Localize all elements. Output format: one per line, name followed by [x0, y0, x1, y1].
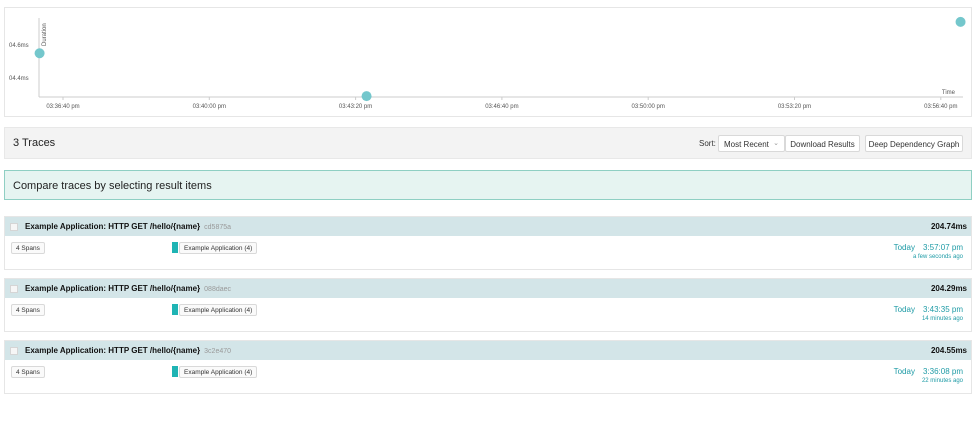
trace-time: 3:36:08 pm: [922, 367, 963, 376]
trace-id: 3c2e470: [204, 348, 232, 355]
service-color-swatch: [172, 242, 178, 253]
trace-id: cd5875a: [204, 224, 232, 231]
service-color-swatch: [172, 366, 178, 377]
x-tick-label: 03:40:00 pm: [193, 104, 226, 110]
service-tag: Example Application (4): [179, 242, 258, 254]
trace-point: [34, 48, 45, 59]
x-tick-label: 03:53:20 pm: [778, 104, 811, 110]
trace-time: 3:57:07 pm: [922, 243, 963, 252]
trace-title-text: Example Application: HTTP GET /hello/{na…: [25, 284, 201, 293]
trace-header[interactable]: Example Application: HTTP GET /hello/{na…: [5, 217, 971, 236]
trace-title[interactable]: Example Application: HTTP GET /hello/{na…: [25, 346, 231, 355]
deep-dependency-graph-button[interactable]: Deep Dependency Graph: [865, 135, 963, 152]
span-count-tag: 4 Spans: [11, 304, 45, 316]
x-tick-label: 03:46:40 pm: [485, 104, 518, 110]
trace-header[interactable]: Example Application: HTTP GET /hello/{na…: [5, 279, 971, 298]
trace-relative-time: 14 minutes ago: [921, 316, 963, 322]
x-tick-label: 03:36:40 pm: [46, 104, 79, 110]
service-tag: Example Application (4): [179, 366, 258, 378]
chevron-down-icon: ⌄: [773, 140, 779, 147]
trace-timestamp: Today 3:36:08 pm: [894, 367, 963, 376]
span-count-tag: 4 Spans: [11, 366, 45, 378]
trace-title[interactable]: Example Application: HTTP GET /hello/{na…: [25, 222, 231, 231]
x-tick-label: 03:43:20 pm: [339, 104, 372, 110]
trace-point: [361, 91, 372, 102]
trace-checkbox[interactable]: [10, 347, 18, 355]
sort-label: Sort:: [699, 139, 716, 148]
trace-relative-time: 22 minutes ago: [921, 378, 963, 384]
x-tick-label: 03:56:40 pm: [924, 104, 957, 110]
trace-timestamp: Today 3:43:35 pm: [894, 305, 963, 314]
sort-select[interactable]: Most Recent ⌄: [718, 135, 785, 152]
x-tick-label: 03:50:00 pm: [632, 104, 665, 110]
trace-day: Today: [893, 367, 915, 376]
trace-duration: 204.29ms: [930, 284, 967, 293]
trace-title[interactable]: Example Application: HTTP GET /hello/{na…: [25, 284, 231, 293]
y-tick-label: 04.4ms: [9, 76, 29, 82]
trace-header[interactable]: Example Application: HTTP GET /hello/{na…: [5, 341, 971, 360]
y-tick-label: 04.6ms: [9, 43, 29, 49]
trace-title-text: Example Application: HTTP GET /hello/{na…: [25, 222, 201, 231]
trace-checkbox[interactable]: [10, 285, 18, 293]
trace-day: Today: [893, 243, 915, 252]
traces-count: 3 Traces: [13, 137, 56, 149]
trace-title-text: Example Application: HTTP GET /hello/{na…: [25, 346, 201, 355]
trace-relative-time: a few seconds ago: [912, 254, 963, 260]
trace-scatter-plot: 04.6ms 04.4ms Duration 03:36:40 pm 03:40:00 …: [4, 7, 972, 117]
results-header: 3 Traces Sort: Most Recent ⌄ Download Re…: [4, 127, 972, 159]
service-color-swatch: [172, 304, 178, 315]
compare-banner: Compare traces by selecting result items: [4, 170, 972, 200]
trace-duration: 204.74ms: [930, 222, 967, 231]
y-axis-label: Duration: [42, 23, 48, 46]
trace-checkbox[interactable]: [10, 223, 18, 231]
trace-point: [955, 16, 966, 27]
trace-time: 3:43:35 pm: [922, 305, 963, 314]
service-tag: Example Application (4): [179, 304, 258, 316]
trace-timestamp: Today 3:57:07 pm: [894, 243, 963, 252]
trace-item[interactable]: Example Application: HTTP GET /hello/{na…: [4, 216, 972, 270]
download-results-button[interactable]: Download Results: [785, 135, 860, 152]
x-axis-label: Time: [942, 90, 956, 96]
trace-day: Today: [893, 305, 915, 314]
scatter-svg: 04.6ms 04.4ms Duration 03:36:40 pm 03:40:00 …: [9, 16, 966, 110]
trace-duration: 204.55ms: [930, 346, 967, 355]
sort-value: Most Recent: [724, 140, 769, 149]
compare-banner-text: Compare traces by selecting result items: [13, 180, 212, 192]
trace-id: 088daec: [204, 286, 232, 293]
trace-item[interactable]: Example Application: HTTP GET /hello/{na…: [4, 340, 972, 394]
span-count-tag: 4 Spans: [11, 242, 45, 254]
trace-item[interactable]: Example Application: HTTP GET /hello/{na…: [4, 278, 972, 332]
